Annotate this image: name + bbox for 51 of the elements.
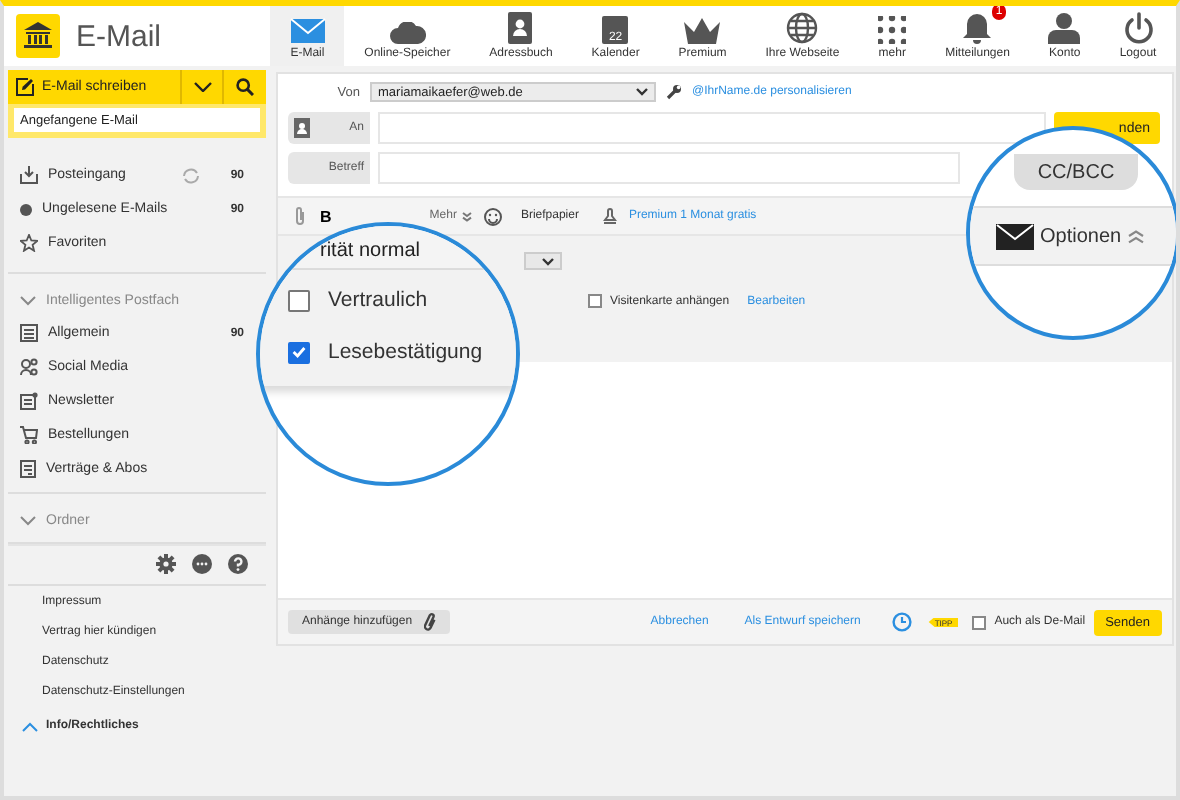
settings-icon[interactable] <box>156 554 176 574</box>
people-icon <box>20 358 38 376</box>
priority-label: rität normal <box>320 240 421 262</box>
checkbox-label: Vertraulich <box>328 288 428 312</box>
logo-icon <box>16 14 60 58</box>
newsletter-icon <box>20 392 38 410</box>
subject-field[interactable] <box>378 152 960 184</box>
caret-icon <box>542 257 554 265</box>
double-chevron-icon <box>1127 229 1144 243</box>
paperclip-icon[interactable] <box>294 206 306 226</box>
stamp-icon <box>602 208 619 224</box>
priority-dropdown[interactable] <box>524 252 562 270</box>
checkbox[interactable] <box>972 615 987 629</box>
address-book-icon <box>294 118 312 138</box>
pencil-icon <box>16 78 34 96</box>
bell-icon <box>962 12 993 44</box>
app-title: E-Mail <box>76 19 162 53</box>
cart-icon <box>20 426 38 444</box>
help-icon[interactable] <box>228 554 248 574</box>
crown-icon <box>684 18 721 44</box>
double-chevron-icon <box>462 211 473 221</box>
paperclip-icon <box>424 612 437 632</box>
checkbox[interactable] <box>288 341 310 363</box>
address-book-icon <box>508 12 534 44</box>
smiley-icon[interactable] <box>484 207 503 225</box>
dot-icon <box>20 203 32 215</box>
clock-icon[interactable] <box>892 612 913 632</box>
inbox-icon <box>20 166 38 184</box>
list-icon <box>20 324 38 342</box>
envelope-icon <box>289 18 326 44</box>
recipient-field[interactable] <box>378 112 1046 144</box>
sync-icon <box>182 167 201 183</box>
star-icon <box>20 234 38 252</box>
document-icon <box>20 460 36 478</box>
grid-icon <box>878 16 907 44</box>
person-icon <box>1048 12 1081 44</box>
checkbox[interactable] <box>588 294 602 308</box>
bold-button[interactable]: B <box>320 207 332 225</box>
envelope-icon <box>996 223 1034 249</box>
chevron-down-icon <box>193 82 211 92</box>
options-button[interactable]: Optionen <box>970 206 1176 266</box>
cloud-icon <box>389 22 426 44</box>
cc-bcc-button[interactable]: CC/BCC <box>1014 154 1138 190</box>
search-icon <box>236 78 254 96</box>
checkbox-label: Lesebestätigung <box>328 340 483 364</box>
chat-icon[interactable] <box>192 554 212 574</box>
power-icon <box>1123 12 1154 44</box>
wrench-icon <box>666 84 682 100</box>
caret-icon <box>636 88 648 96</box>
checkbox[interactable] <box>288 289 310 311</box>
globe-icon <box>786 12 819 44</box>
